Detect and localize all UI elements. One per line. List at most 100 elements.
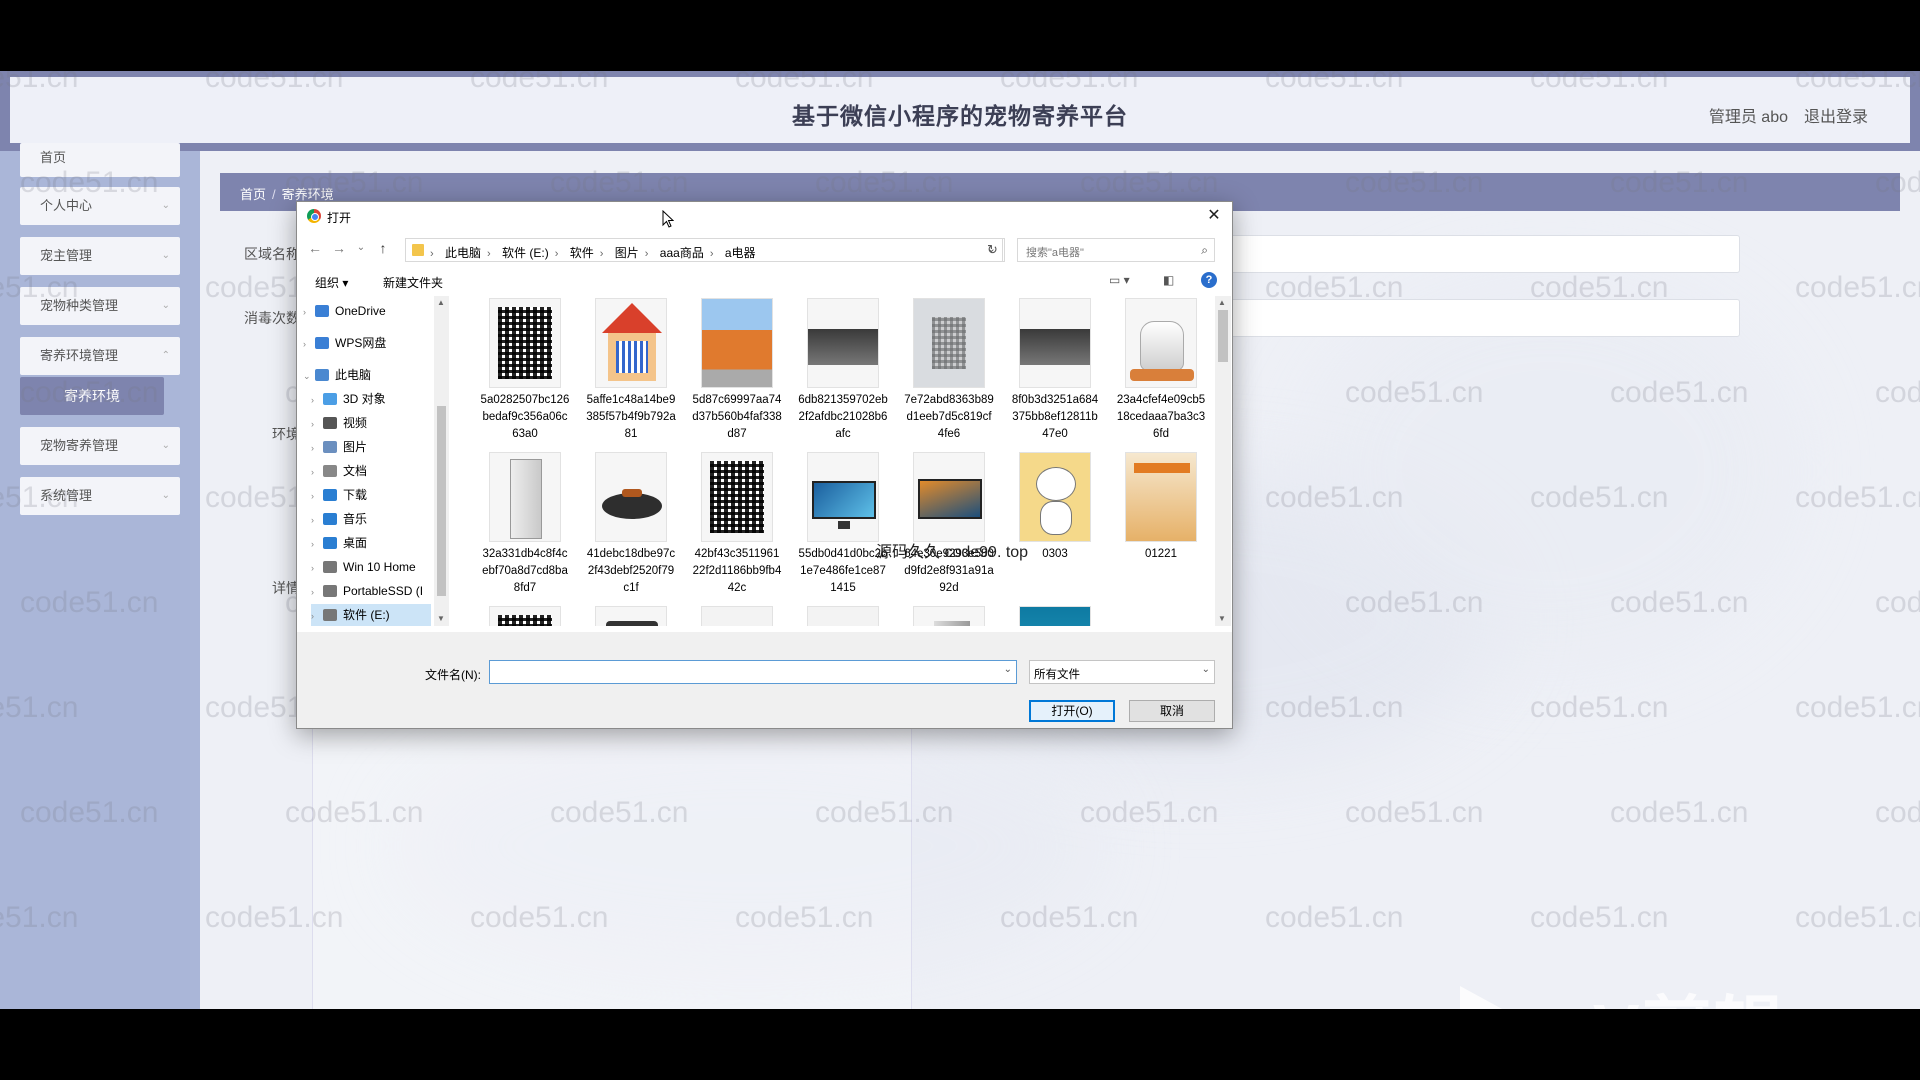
tree-item[interactable]: ⌄ 此电脑 (303, 364, 431, 386)
tree-item[interactable]: › 图片 (311, 436, 431, 458)
filename-input[interactable]: ⌄ (489, 660, 1017, 684)
chevron-right-icon[interactable]: › (311, 557, 323, 579)
scroll-up-icon[interactable]: ▲ (437, 298, 445, 307)
path-segment[interactable]: 软件 (E:) (502, 246, 549, 260)
file-thumbnail (807, 452, 879, 542)
organize-button[interactable]: 组织 ▾ (315, 274, 348, 291)
file-item[interactable]: 5a0282507bc126bedaf9c356a06c63a0 (480, 296, 570, 444)
file-item[interactable]: 41debc18dbe97c2f43debf2520f79c1f (586, 450, 676, 598)
file-item[interactable]: 8f0b3d3251a684375bb8ef12811b47e0 (1010, 296, 1100, 444)
tree-item[interactable]: › 音乐 (311, 508, 431, 530)
chevron-right-icon[interactable]: › (311, 605, 323, 626)
file-thumbnail (489, 606, 561, 626)
file-item[interactable] (798, 604, 888, 626)
chevron-down-icon[interactable]: ⌄ (1004, 664, 1012, 675)
path-segment[interactable]: 软件 (570, 246, 594, 260)
scroll-down-icon[interactable]: ▼ (1218, 614, 1226, 623)
back-arrow-icon[interactable]: ← (305, 240, 325, 256)
chevron-right-icon[interactable]: › (311, 413, 323, 435)
close-icon[interactable]: ✕ (1202, 204, 1226, 228)
chevron-right-icon[interactable]: › (311, 437, 323, 459)
file-item[interactable] (904, 604, 994, 626)
help-icon[interactable]: ? (1201, 272, 1217, 288)
sidebar-item-home[interactable]: 首页 (20, 143, 180, 177)
sidebar-item-boarding-mgmt[interactable]: 宠物寄养管理 ⌄ (20, 427, 180, 465)
file-item[interactable] (480, 604, 570, 626)
tree-item[interactable]: › 下载 (311, 484, 431, 506)
file-item[interactable] (1010, 604, 1100, 626)
chevron-right-icon[interactable]: › (311, 461, 323, 483)
view-options-icon[interactable]: ▭ ▾ (1109, 273, 1130, 287)
file-item[interactable]: 64e30e9293e580d9fd2e8f931a91a92d (904, 450, 994, 598)
breadcrumb-home[interactable]: 首页 (240, 187, 266, 202)
cancel-button[interactable]: 取消 (1129, 700, 1215, 722)
tree-item-label: Win 10 Home (343, 560, 416, 574)
tree-item[interactable]: › 软件 (E:) (311, 604, 431, 626)
file-item[interactable]: 5affe1c48a14be9385f57b4f9b792a81 (586, 296, 676, 444)
file-item[interactable]: 23a4cfef4e09cb518cedaaa7ba3c36fd (1116, 296, 1206, 444)
tree-item[interactable]: › OneDrive (303, 300, 431, 322)
dialog-titlebar[interactable]: 打开 ✕ (297, 202, 1232, 230)
chevron-right-icon[interactable]: › (303, 333, 315, 355)
filetype-select[interactable]: 所有文件 ⌄ (1029, 660, 1215, 684)
sidebar-item-system[interactable]: 系统管理 ⌄ (20, 477, 180, 515)
file-item[interactable]: 7e72abd8363b89d1eeb7d5c819cf4fe6 (904, 296, 994, 444)
file-item[interactable] (586, 604, 676, 626)
preview-pane-icon[interactable]: ◧ (1163, 273, 1174, 287)
path-segment[interactable]: a电器 (725, 246, 756, 260)
up-arrow-icon[interactable]: ↑ (373, 240, 393, 256)
address-bar[interactable]: › 此电脑 › 软件 (E:) › 软件 › 图片 › aaa商品 › a电器 ⌄ (405, 238, 1003, 262)
open-button[interactable]: 打开(O) (1029, 700, 1115, 722)
scroll-thumb[interactable] (437, 406, 446, 596)
refresh-icon[interactable]: ↻ (981, 238, 1005, 262)
path-segment[interactable]: 图片 (615, 246, 639, 260)
tree-item[interactable]: › PortableSSD (I (311, 580, 431, 602)
chevron-right-icon[interactable]: › (311, 485, 323, 507)
scroll-up-icon[interactable]: ▲ (1218, 298, 1226, 307)
file-item[interactable]: 42bf43c351196122f2d1186bb9fb442c (692, 450, 782, 598)
file-scrollbar[interactable]: ▲ ▼ (1215, 296, 1231, 626)
path-segment[interactable]: 此电脑 (445, 246, 481, 260)
pictures-icon (323, 441, 337, 453)
chevron-right-icon[interactable]: › (311, 581, 323, 603)
scroll-thumb[interactable] (1218, 310, 1228, 362)
tree-item[interactable]: › 桌面 (311, 532, 431, 554)
sidebar-item-profile[interactable]: 个人中心 ⌄ (20, 187, 180, 225)
file-name: 42bf43c351196122f2d1186bb9fb442c (692, 548, 782, 594)
tree-item[interactable]: › 3D 对象 (311, 388, 431, 410)
file-item[interactable]: 5d87c69997aa74d37b560b4faf338d87 (692, 296, 782, 444)
sidebar-subitem-boarding-env[interactable]: 寄养环境 (20, 377, 164, 415)
scroll-down-icon[interactable]: ▼ (437, 614, 445, 623)
chevron-right-icon[interactable]: › (311, 389, 323, 411)
file-item[interactable]: 0303 (1010, 450, 1100, 598)
file-item[interactable] (692, 604, 782, 626)
chevron-right-icon[interactable]: › (303, 301, 315, 323)
path-segment[interactable]: aaa商品 (660, 246, 704, 260)
file-item[interactable]: 55db0d41d0bc2b1e7e486fe1ce871415 (798, 450, 888, 598)
chevron-down-icon[interactable]: ⌄ (303, 365, 315, 387)
tree-item[interactable]: › WPS网盘 (303, 332, 431, 354)
tree-item[interactable]: › 视频 (311, 412, 431, 434)
file-item[interactable]: 01221 (1116, 450, 1206, 598)
recent-dropdown-icon[interactable]: ⌄ (351, 242, 371, 253)
logout-link[interactable]: 退出登录 (1804, 103, 1868, 127)
tree-item-label: OneDrive (335, 304, 386, 318)
file-item[interactable]: 6db821359702eb2f2afdbc21028b6afc (798, 296, 888, 444)
disinfection-input[interactable] (1200, 299, 1740, 337)
area-name-input[interactable] (1200, 235, 1740, 273)
sidebar-item-pet-types[interactable]: 宠物种类管理 ⌄ (20, 287, 180, 325)
sidebar-item-boarding-env-mgmt[interactable]: 寄养环境管理 ⌃ (20, 337, 180, 375)
new-folder-button[interactable]: 新建文件夹 (383, 274, 443, 291)
forward-arrow-icon[interactable]: → (329, 240, 349, 256)
tree-item[interactable]: › 文档 (311, 460, 431, 482)
chevron-right-icon[interactable]: › (311, 509, 323, 531)
sidebar-item-label: 宠主管理 (40, 248, 93, 263)
sidebar-item-owners[interactable]: 宠主管理 ⌄ (20, 237, 180, 275)
chevron-right-icon[interactable]: › (311, 533, 323, 555)
chevron-down-icon: ⌄ (161, 440, 170, 451)
tree-item[interactable]: › Win 10 Home (311, 556, 431, 578)
nav-scrollbar[interactable]: ▲ ▼ (434, 296, 449, 626)
file-item[interactable]: 32a331db4c8f4cebf70a8d7cd8ba8fd7 (480, 450, 570, 598)
file-thumbnail (701, 606, 773, 626)
search-input[interactable]: 搜索"a电器" ⌕ (1017, 238, 1215, 262)
